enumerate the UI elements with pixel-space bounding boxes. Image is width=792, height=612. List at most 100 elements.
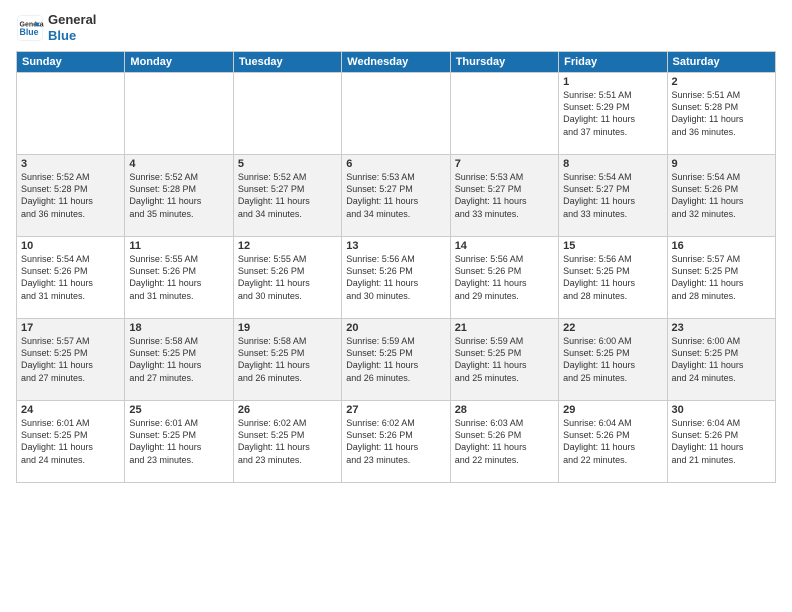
calendar-cell: 30Sunrise: 6:04 AM Sunset: 5:26 PM Dayli… [667,401,775,483]
logo-text-blue: Blue [48,28,96,44]
day-number: 6 [346,158,445,170]
calendar-cell: 20Sunrise: 5:59 AM Sunset: 5:25 PM Dayli… [342,319,450,401]
day-number: 5 [238,158,337,170]
calendar-cell: 6Sunrise: 5:53 AM Sunset: 5:27 PM Daylig… [342,155,450,237]
day-number: 16 [672,240,771,252]
day-number: 15 [563,240,662,252]
day-number: 10 [21,240,120,252]
day-number: 17 [21,322,120,334]
day-info: Sunrise: 5:54 AM Sunset: 5:27 PM Dayligh… [563,171,662,220]
calendar-cell: 28Sunrise: 6:03 AM Sunset: 5:26 PM Dayli… [450,401,558,483]
header: General Blue General Blue [16,12,776,43]
day-info: Sunrise: 5:52 AM Sunset: 5:28 PM Dayligh… [21,171,120,220]
calendar-cell: 10Sunrise: 5:54 AM Sunset: 5:26 PM Dayli… [17,237,125,319]
day-number: 22 [563,322,662,334]
day-number: 29 [563,404,662,416]
calendar-cell: 3Sunrise: 5:52 AM Sunset: 5:28 PM Daylig… [17,155,125,237]
calendar-cell: 29Sunrise: 6:04 AM Sunset: 5:26 PM Dayli… [559,401,667,483]
day-number: 30 [672,404,771,416]
calendar-cell: 16Sunrise: 5:57 AM Sunset: 5:25 PM Dayli… [667,237,775,319]
calendar-cell [342,73,450,155]
day-info: Sunrise: 6:00 AM Sunset: 5:25 PM Dayligh… [563,335,662,384]
day-info: Sunrise: 6:02 AM Sunset: 5:25 PM Dayligh… [238,417,337,466]
day-info: Sunrise: 5:59 AM Sunset: 5:25 PM Dayligh… [346,335,445,384]
day-info: Sunrise: 5:51 AM Sunset: 5:28 PM Dayligh… [672,89,771,138]
logo: General Blue General Blue [16,12,96,43]
logo-icon: General Blue [16,14,44,42]
day-number: 23 [672,322,771,334]
calendar-cell [450,73,558,155]
weekday-header-row: SundayMondayTuesdayWednesdayThursdayFrid… [17,52,776,73]
day-number: 2 [672,76,771,88]
weekday-tuesday: Tuesday [233,52,341,73]
day-number: 20 [346,322,445,334]
day-info: Sunrise: 6:00 AM Sunset: 5:25 PM Dayligh… [672,335,771,384]
calendar-cell: 24Sunrise: 6:01 AM Sunset: 5:25 PM Dayli… [17,401,125,483]
calendar-cell: 11Sunrise: 5:55 AM Sunset: 5:26 PM Dayli… [125,237,233,319]
weekday-monday: Monday [125,52,233,73]
day-info: Sunrise: 5:57 AM Sunset: 5:25 PM Dayligh… [672,253,771,302]
calendar-cell: 15Sunrise: 5:56 AM Sunset: 5:25 PM Dayli… [559,237,667,319]
day-info: Sunrise: 5:53 AM Sunset: 5:27 PM Dayligh… [346,171,445,220]
day-info: Sunrise: 5:58 AM Sunset: 5:25 PM Dayligh… [129,335,228,384]
week-row-2: 3Sunrise: 5:52 AM Sunset: 5:28 PM Daylig… [17,155,776,237]
calendar-cell: 4Sunrise: 5:52 AM Sunset: 5:28 PM Daylig… [125,155,233,237]
weekday-saturday: Saturday [667,52,775,73]
day-info: Sunrise: 5:56 AM Sunset: 5:26 PM Dayligh… [455,253,554,302]
calendar-cell: 22Sunrise: 6:00 AM Sunset: 5:25 PM Dayli… [559,319,667,401]
day-info: Sunrise: 5:55 AM Sunset: 5:26 PM Dayligh… [129,253,228,302]
day-number: 21 [455,322,554,334]
calendar-cell: 26Sunrise: 6:02 AM Sunset: 5:25 PM Dayli… [233,401,341,483]
day-number: 18 [129,322,228,334]
calendar-cell: 27Sunrise: 6:02 AM Sunset: 5:26 PM Dayli… [342,401,450,483]
page: General Blue General Blue SundayMondayTu… [0,0,792,612]
calendar-cell: 18Sunrise: 5:58 AM Sunset: 5:25 PM Dayli… [125,319,233,401]
calendar-cell: 2Sunrise: 5:51 AM Sunset: 5:28 PM Daylig… [667,73,775,155]
day-number: 8 [563,158,662,170]
day-info: Sunrise: 5:53 AM Sunset: 5:27 PM Dayligh… [455,171,554,220]
calendar-cell: 5Sunrise: 5:52 AM Sunset: 5:27 PM Daylig… [233,155,341,237]
day-number: 12 [238,240,337,252]
day-info: Sunrise: 5:54 AM Sunset: 5:26 PM Dayligh… [21,253,120,302]
svg-text:Blue: Blue [20,27,39,37]
day-info: Sunrise: 5:51 AM Sunset: 5:29 PM Dayligh… [563,89,662,138]
day-info: Sunrise: 5:52 AM Sunset: 5:28 PM Dayligh… [129,171,228,220]
day-info: Sunrise: 5:56 AM Sunset: 5:26 PM Dayligh… [346,253,445,302]
day-info: Sunrise: 6:04 AM Sunset: 5:26 PM Dayligh… [672,417,771,466]
day-number: 14 [455,240,554,252]
day-info: Sunrise: 6:04 AM Sunset: 5:26 PM Dayligh… [563,417,662,466]
day-info: Sunrise: 5:59 AM Sunset: 5:25 PM Dayligh… [455,335,554,384]
day-info: Sunrise: 5:54 AM Sunset: 5:26 PM Dayligh… [672,171,771,220]
day-number: 11 [129,240,228,252]
calendar-cell: 17Sunrise: 5:57 AM Sunset: 5:25 PM Dayli… [17,319,125,401]
week-row-3: 10Sunrise: 5:54 AM Sunset: 5:26 PM Dayli… [17,237,776,319]
calendar-cell: 9Sunrise: 5:54 AM Sunset: 5:26 PM Daylig… [667,155,775,237]
calendar-cell [17,73,125,155]
calendar-cell: 13Sunrise: 5:56 AM Sunset: 5:26 PM Dayli… [342,237,450,319]
day-number: 24 [21,404,120,416]
weekday-sunday: Sunday [17,52,125,73]
week-row-1: 1Sunrise: 5:51 AM Sunset: 5:29 PM Daylig… [17,73,776,155]
day-number: 27 [346,404,445,416]
calendar-cell: 19Sunrise: 5:58 AM Sunset: 5:25 PM Dayli… [233,319,341,401]
calendar-cell: 23Sunrise: 6:00 AM Sunset: 5:25 PM Dayli… [667,319,775,401]
day-number: 3 [21,158,120,170]
logo-text-general: General [48,12,96,28]
day-number: 4 [129,158,228,170]
day-number: 13 [346,240,445,252]
day-info: Sunrise: 5:56 AM Sunset: 5:25 PM Dayligh… [563,253,662,302]
day-info: Sunrise: 6:02 AM Sunset: 5:26 PM Dayligh… [346,417,445,466]
calendar-cell: 12Sunrise: 5:55 AM Sunset: 5:26 PM Dayli… [233,237,341,319]
calendar-cell: 7Sunrise: 5:53 AM Sunset: 5:27 PM Daylig… [450,155,558,237]
day-info: Sunrise: 5:55 AM Sunset: 5:26 PM Dayligh… [238,253,337,302]
day-info: Sunrise: 5:57 AM Sunset: 5:25 PM Dayligh… [21,335,120,384]
calendar: SundayMondayTuesdayWednesdayThursdayFrid… [16,51,776,483]
day-number: 28 [455,404,554,416]
calendar-cell: 21Sunrise: 5:59 AM Sunset: 5:25 PM Dayli… [450,319,558,401]
calendar-cell [233,73,341,155]
day-info: Sunrise: 5:58 AM Sunset: 5:25 PM Dayligh… [238,335,337,384]
day-number: 1 [563,76,662,88]
day-info: Sunrise: 6:01 AM Sunset: 5:25 PM Dayligh… [21,417,120,466]
day-info: Sunrise: 5:52 AM Sunset: 5:27 PM Dayligh… [238,171,337,220]
calendar-cell: 1Sunrise: 5:51 AM Sunset: 5:29 PM Daylig… [559,73,667,155]
